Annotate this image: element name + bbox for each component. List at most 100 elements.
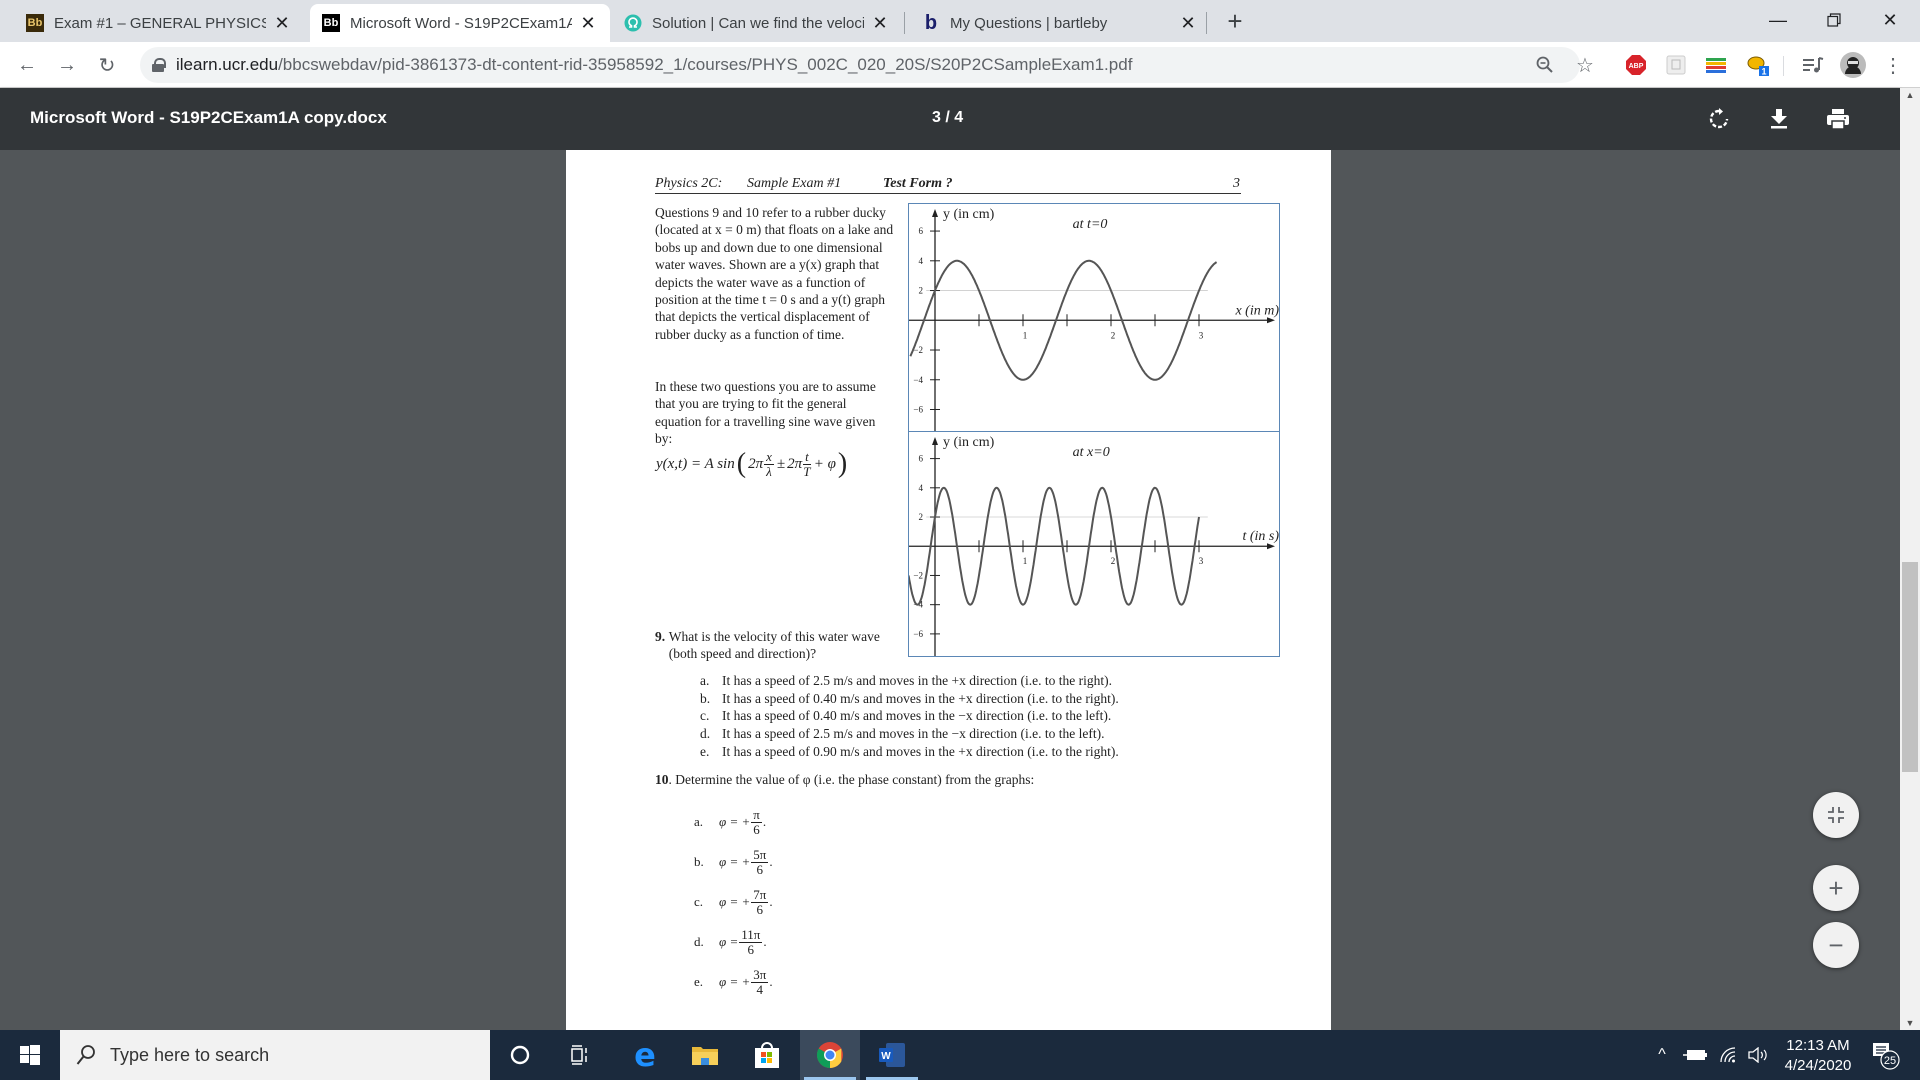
chart-y-of-x-svg: 642−2−4−61 2 3y (in cm)x (in m)at t=0 [909, 207, 1279, 432]
answer-option: d. It has a speed of 2.5 m/s and moves in… [700, 725, 1119, 743]
chegg-omega-favicon-icon [624, 14, 642, 32]
chrome-taskbar-icon[interactable] [800, 1030, 860, 1080]
wave-equation: y(x,t) = A sin ( 2π xλ ± 2π tT + φ ) [656, 448, 847, 480]
action-center-button[interactable]: 25 [1866, 1030, 1906, 1080]
fraction-denominator: λ [766, 463, 772, 479]
y-axis-label: y (in cm) [943, 207, 995, 222]
volume-icon[interactable] [1746, 1030, 1772, 1080]
pdf-viewer[interactable]: Physics 2C: Sample Exam #1 Test Form ? 3… [0, 150, 1900, 1030]
fraction-numerator: 7π [751, 886, 769, 903]
y-tick-label: −6 [913, 404, 923, 414]
close-window-button[interactable]: ✕ [1862, 0, 1918, 40]
tab-divider [1206, 12, 1207, 34]
y-tick-label: 6 [919, 226, 924, 236]
tab-strip: Bb Exam #1 – GENERAL PHYSICS 00 ✕ Bb Mic… [0, 0, 1920, 42]
zoom-out-button[interactable]: − [1813, 922, 1859, 968]
pdf-toolbar: Microsoft Word - S19P2CExam1A copy.docx … [0, 88, 1900, 150]
wifi-icon[interactable] [1716, 1030, 1742, 1080]
tab-title: My Questions | bartleby [950, 14, 1108, 32]
option-label: c. [694, 894, 704, 909]
adblock-plus-icon[interactable]: ABP [1623, 52, 1649, 78]
taskbar-clock[interactable]: 12:13 AM 4/24/2020 [1770, 1036, 1866, 1076]
scroll-down-arrow-icon[interactable]: ▼ [1904, 1018, 1916, 1028]
color-stripes-extension-icon[interactable] [1703, 52, 1729, 78]
close-tab-icon[interactable]: ✕ [870, 13, 890, 34]
cortana-icon[interactable] [490, 1030, 550, 1080]
bookmark-star-icon[interactable]: ☆ [1570, 50, 1600, 80]
zoom-in-button[interactable]: + [1813, 865, 1859, 911]
option-fraction: 5π 6 [751, 847, 769, 877]
option-label: a. [700, 673, 710, 688]
chart-title: at x=0 [1073, 445, 1110, 460]
close-tab-icon[interactable]: ✕ [578, 13, 598, 34]
toolbar-divider [1783, 56, 1784, 76]
y-tick-label: 4 [919, 256, 924, 266]
answer-option: e. φ = +3π 4. [694, 962, 773, 1002]
scroll-up-arrow-icon[interactable]: ▲ [1904, 90, 1916, 100]
microsoft-store-icon[interactable] [737, 1030, 797, 1080]
forward-button[interactable]: → [52, 50, 82, 80]
scrollbar-thumb[interactable] [1902, 562, 1918, 772]
task-view-icon[interactable] [550, 1030, 610, 1080]
chart-title: at t=0 [1073, 217, 1108, 232]
taskbar-search-box[interactable]: Type here to search [60, 1030, 490, 1080]
tab-word-doc[interactable]: Bb Microsoft Word - S19P2CExam1A ✕ [310, 4, 610, 42]
media-playlist-icon[interactable] [1800, 52, 1826, 78]
lock-icon [152, 58, 166, 72]
x-tick-label: 1 [1023, 556, 1028, 566]
extension-placeholder-icon[interactable] [1663, 52, 1689, 78]
print-button[interactable] [1823, 104, 1853, 134]
tab-bartleby[interactable]: b My Questions | bartleby ✕ [910, 4, 1210, 42]
close-tab-icon[interactable]: ✕ [1178, 13, 1198, 34]
edge-browser-icon[interactable]: e [615, 1030, 675, 1080]
question-9-options: a. It has a speed of 2.5 m/s and moves in… [700, 672, 1119, 761]
download-button[interactable] [1764, 104, 1794, 134]
back-button[interactable]: ← [12, 50, 42, 80]
clap-extension-icon[interactable]: 1 [1745, 52, 1771, 78]
blackboard-favicon-icon: Bb [322, 14, 340, 32]
profile-avatar[interactable] [1840, 52, 1866, 78]
new-tab-button[interactable]: + [1220, 6, 1250, 37]
option-text: It has a speed of 0.90 m/s and moves in … [722, 743, 1119, 759]
show-hidden-icons-chevron[interactable]: ^ [1650, 1030, 1674, 1080]
fraction-denominator: T [803, 463, 811, 479]
test-form-label: Test Form ? [883, 176, 953, 191]
fit-to-page-button[interactable] [1813, 792, 1859, 838]
battery-icon[interactable] [1682, 1030, 1708, 1080]
reload-button[interactable]: ↻ [92, 50, 122, 80]
close-tab-icon[interactable]: ✕ [272, 13, 292, 34]
answer-option: b. φ = +5π 6. [694, 842, 773, 882]
answer-option: e. It has a speed of 0.90 m/s and moves i… [700, 743, 1119, 761]
url-path: /bbcswebdav/pid-3861373-dt-content-rid-3… [278, 55, 1133, 74]
question-10: 10. Determine the value of φ (i.e. the p… [655, 772, 1034, 788]
question-text: What is the velocity of this water wave … [668, 629, 880, 662]
period: . [762, 814, 767, 829]
option-text: It has a speed of 2.5 m/s and moves in t… [722, 726, 1105, 742]
word-taskbar-icon[interactable]: W [862, 1030, 922, 1080]
fraction-denominator: 6 [747, 941, 755, 957]
tab-solution[interactable]: Solution | Can we find the velocit ✕ [612, 4, 902, 42]
zoom-out-icon[interactable] [1530, 50, 1560, 80]
page-number: 3 [1233, 176, 1240, 191]
start-button[interactable] [0, 1030, 60, 1080]
answer-option: d. φ = 11π 6. [694, 922, 773, 962]
minimize-button[interactable]: — [1750, 0, 1806, 40]
answer-option: a. It has a speed of 2.5 m/s and moves in… [700, 672, 1119, 690]
equation-term1-prefix: 2π [748, 455, 764, 472]
intro-text: Questions 9 and 10 refer to a rubber duc… [655, 205, 894, 342]
vertical-scrollbar[interactable]: ▲ ▼ [1900, 88, 1920, 1030]
option-fraction: π6 [751, 807, 762, 837]
equation-term2-prefix: 2π [787, 455, 803, 472]
chrome-menu-icon[interactable]: ⋮ [1880, 52, 1906, 78]
tab-exam[interactable]: Bb Exam #1 – GENERAL PHYSICS 00 ✕ [14, 4, 304, 42]
file-explorer-icon[interactable] [675, 1030, 735, 1080]
clock-time: 12:13 AM [1786, 1037, 1850, 1054]
period: . [763, 934, 767, 949]
equation-intro-text: In these two questions you are to assume… [655, 379, 876, 447]
tab-title: Solution | Can we find the velocit [652, 14, 864, 32]
restore-button[interactable] [1806, 0, 1862, 40]
rotate-button[interactable] [1704, 104, 1734, 134]
address-bar[interactable]: ilearn.ucr.edu/bbcswebdav/pid-3861373-dt… [140, 47, 1580, 83]
equation-suffix: + φ [813, 455, 836, 472]
fraction-denominator: 4 [756, 981, 764, 997]
